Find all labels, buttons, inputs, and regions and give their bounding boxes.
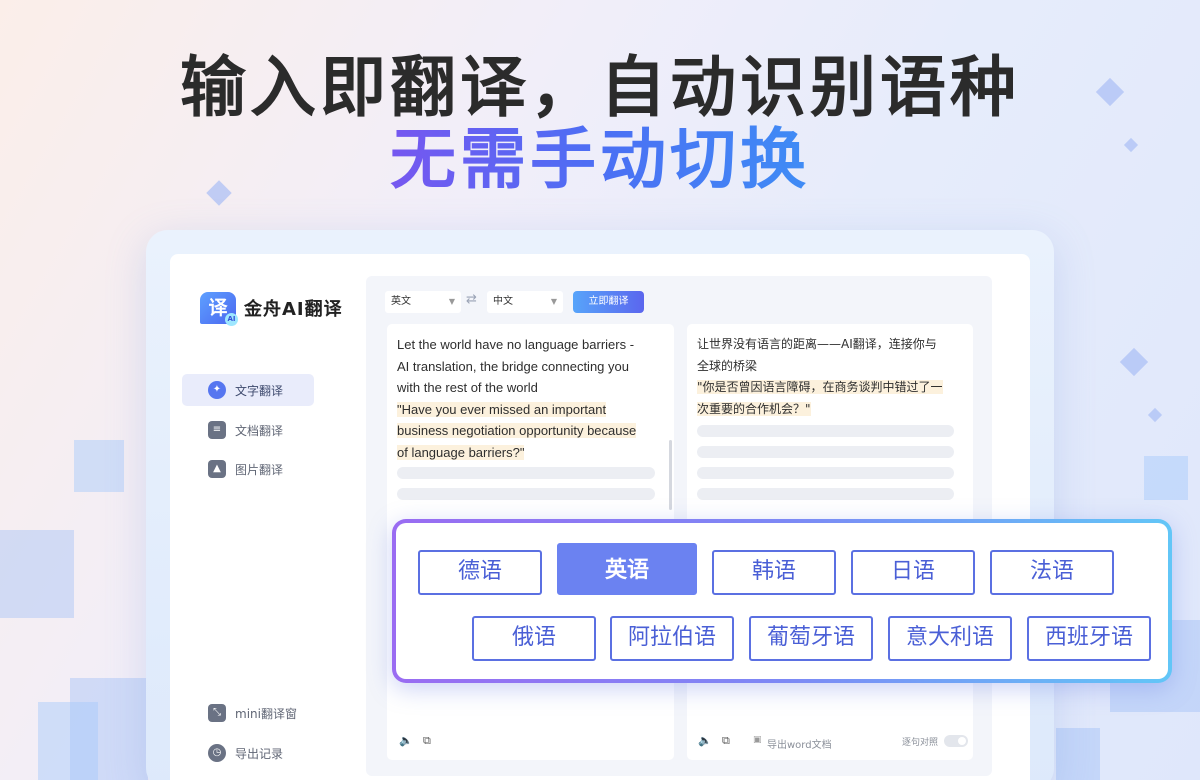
target-text: 让世界没有语言的距离——AI翻译，连接你与 全球的桥梁 "你是否曾因语言障碍，在…	[697, 334, 967, 420]
source-line: Let the world have no language barriers …	[397, 337, 635, 352]
placeholder-line	[697, 467, 954, 479]
target-language-select[interactable]: 中文 ▼	[487, 291, 563, 313]
placeholder-line	[697, 446, 954, 458]
chevron-down-icon: ▼	[550, 297, 557, 306]
decor-diamond	[1119, 347, 1149, 377]
document-icon: ≡	[208, 421, 226, 439]
target-language-value: 中文	[493, 296, 513, 307]
word-doc-icon: ▣	[753, 735, 762, 745]
sidebar-item-label: 文字翻译	[235, 383, 284, 398]
export-word-button[interactable]: 导出word文档	[767, 736, 832, 751]
decor-diamond	[1147, 407, 1163, 423]
mini-window-icon: ⤡	[208, 704, 226, 722]
sidebar-item-mini-window[interactable]: ⤡ mini翻译窗	[182, 697, 314, 729]
copy-icon[interactable]: ⧉	[722, 734, 730, 748]
language-chip-russian[interactable]: 俄语	[472, 616, 596, 661]
image-icon: ▲	[208, 460, 226, 478]
source-language-value: 英文	[391, 296, 411, 307]
scrollbar[interactable]	[669, 440, 672, 510]
decor-square	[1056, 728, 1100, 780]
target-line-highlight: "你是否曾因语言障碍，在商务谈判中错过了一	[697, 380, 943, 394]
language-chip-english[interactable]: 英语	[557, 543, 697, 595]
language-chip-japanese[interactable]: 日语	[851, 550, 975, 595]
placeholder-line	[697, 488, 954, 500]
sentence-compare-label: 逐句对照	[902, 738, 939, 748]
sidebar-item-image-translate[interactable]: ▲ 图片翻译	[182, 453, 314, 485]
app-name: 金舟AI翻译	[244, 299, 343, 320]
language-chip-german[interactable]: 德语	[418, 550, 542, 595]
translate-logo-icon: 译 AI	[200, 292, 238, 326]
source-text: Let the world have no language barriers …	[397, 334, 667, 463]
decor-square	[1144, 456, 1188, 500]
placeholder-line	[697, 425, 954, 437]
source-line-highlight: of language barriers?"	[397, 444, 525, 460]
source-line: with the rest of the world	[397, 380, 538, 395]
sidebar-item-label: 导出记录	[235, 746, 284, 761]
clock-icon: ◷	[208, 744, 226, 762]
target-line: 全球的桥梁	[697, 358, 758, 373]
swap-language-icon[interactable]: ⇄	[466, 292, 477, 307]
sidebar-item-label: mini翻译窗	[235, 706, 297, 721]
decor-square	[38, 702, 98, 780]
source-language-select[interactable]: 英文 ▼	[385, 291, 461, 313]
sidebar-item-label: 图片翻译	[235, 462, 284, 477]
target-line: 让世界没有语言的距离——AI翻译，连接你与	[697, 337, 937, 351]
placeholder-line	[397, 488, 655, 500]
sidebar-item-text-translate[interactable]: ✦ 文字翻译	[182, 374, 314, 406]
placeholder-line	[397, 467, 655, 479]
subheadline-text: 无需手动切换	[390, 121, 810, 198]
language-chip-french[interactable]: 法语	[990, 550, 1114, 595]
source-line-highlight: "Have you ever missed an important	[397, 401, 607, 417]
language-chip-arabic[interactable]: 阿拉伯语	[610, 616, 734, 661]
logo-ai-badge: AI	[225, 313, 238, 326]
sidebar-item-export-history[interactable]: ◷ 导出记录	[182, 737, 314, 769]
speaker-icon[interactable]: 🔈	[698, 734, 712, 747]
chevron-down-icon: ▼	[448, 297, 455, 306]
app-logo: 译 AI 金舟AI翻译	[200, 292, 343, 326]
decor-square	[0, 530, 74, 618]
sidebar-item-label: 文档翻译	[235, 423, 284, 438]
language-chip-korean[interactable]: 韩语	[712, 550, 836, 595]
decor-square	[74, 440, 124, 492]
target-line-highlight: 次重要的合作机会？"	[697, 401, 811, 416]
source-line-highlight: business negotiation opportunity because	[397, 423, 637, 438]
sidebar-item-document-translate[interactable]: ≡ 文档翻译	[182, 414, 314, 446]
language-chip-portuguese[interactable]: 葡萄牙语	[749, 616, 873, 661]
sentence-compare-toggle[interactable]	[944, 735, 968, 747]
language-chip-spanish[interactable]: 西班牙语	[1027, 616, 1151, 661]
translate-now-button[interactable]: 立即翻译	[573, 291, 644, 313]
ai-translate-icon: ✦	[208, 381, 226, 399]
language-chip-italian[interactable]: 意大利语	[888, 616, 1012, 661]
speaker-icon[interactable]: 🔈	[399, 734, 413, 747]
subheadline: 无需手动切换	[0, 106, 1200, 202]
source-line: AI translation, the bridge connecting yo…	[397, 358, 629, 374]
copy-icon[interactable]: ⧉	[423, 734, 431, 748]
